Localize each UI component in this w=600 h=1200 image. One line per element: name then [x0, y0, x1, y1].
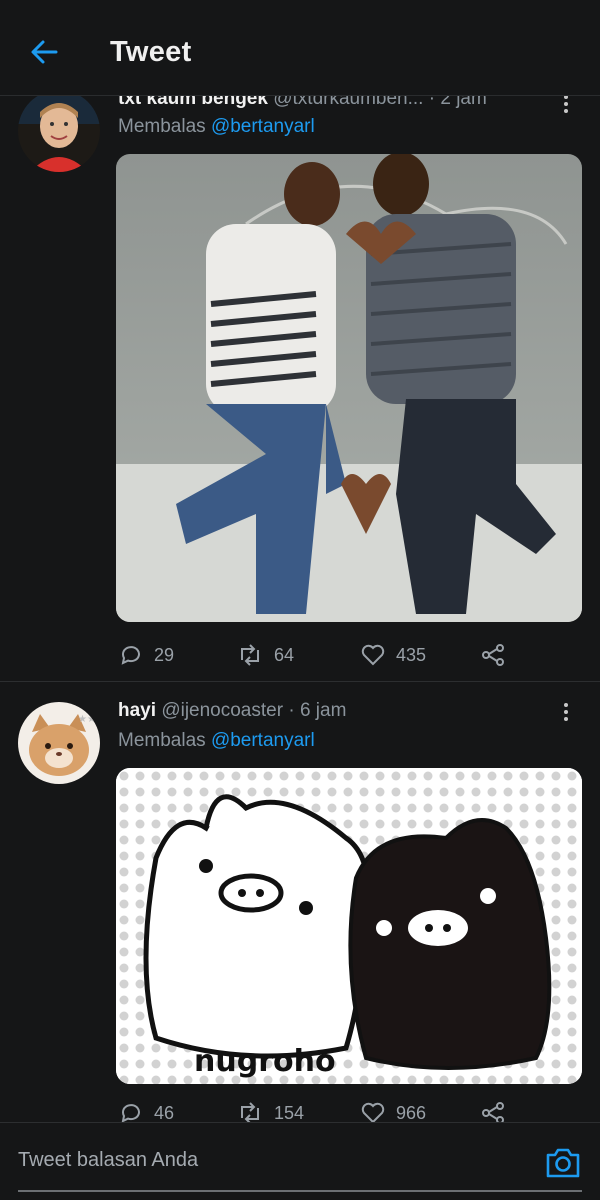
reply-mention-link[interactable]: @bertanyarl — [211, 730, 315, 751]
tweet-photo[interactable] — [116, 154, 582, 622]
share-icon — [482, 1102, 504, 1122]
tweet-time: · 6 jam — [288, 700, 347, 721]
like-count: 435 — [396, 644, 427, 665]
heart-icon — [361, 1102, 385, 1122]
reply-composer — [0, 1122, 600, 1200]
camera-button[interactable] — [544, 1145, 582, 1181]
like-button[interactable]: 966 — [360, 1098, 426, 1122]
image-caption: nugroho — [194, 1044, 336, 1079]
arrow-left-icon — [31, 40, 58, 64]
retweet-count: 154 — [274, 1102, 305, 1123]
reply-icon — [121, 646, 140, 665]
reply-count: 46 — [154, 1102, 175, 1123]
tweet-feed: txt kaum bengek @txtdrkaumben... · 2 jam… — [0, 0, 600, 1122]
tweet-header: hayi @ijenocoaster · 6 jam — [118, 700, 346, 722]
tweet-actions: 29 64 435 — [118, 640, 538, 670]
user-handle[interactable]: @ijenocoaster — [161, 700, 283, 721]
tweet-item[interactable]: ★★ hayi @ijenocoaster · 6 jam Membalas @… — [0, 684, 600, 1122]
display-name[interactable]: hayi — [118, 700, 156, 721]
retweet-count: 64 — [274, 644, 295, 665]
retweet-button[interactable]: 154 — [236, 1098, 304, 1122]
share-button[interactable] — [480, 640, 506, 670]
more-options-icon[interactable] — [556, 700, 576, 724]
like-button[interactable]: 435 — [360, 640, 426, 670]
tweet-image[interactable]: nugroho — [116, 768, 582, 1084]
reply-context: Membalas @bertanyarl — [118, 116, 315, 138]
avatar[interactable] — [18, 90, 100, 172]
camera-icon — [546, 1148, 580, 1178]
heart-icon — [361, 644, 385, 666]
reply-mention-link[interactable]: @bertanyarl — [211, 116, 315, 137]
back-button[interactable] — [26, 34, 62, 70]
reply-count: 29 — [154, 644, 175, 665]
share-icon — [482, 644, 504, 666]
tweet-item[interactable]: txt kaum bengek @txtdrkaumben... · 2 jam… — [0, 80, 600, 682]
retweet-button[interactable]: 64 — [236, 640, 294, 670]
avatar[interactable]: ★★ — [18, 702, 100, 784]
reply-button[interactable]: 29 — [118, 640, 174, 670]
share-button[interactable] — [480, 1098, 506, 1122]
retweet-icon — [241, 1102, 259, 1122]
reply-context: Membalas @bertanyarl — [118, 730, 315, 752]
input-underline — [18, 1190, 582, 1192]
top-bar: Tweet — [0, 0, 600, 96]
svg-text:★★: ★★ — [78, 714, 96, 725]
tweet-actions: 46 154 966 — [118, 1098, 538, 1122]
reply-icon — [121, 1104, 140, 1122]
reply-input[interactable] — [18, 1149, 498, 1172]
retweet-icon — [241, 644, 259, 666]
reply-button[interactable]: 46 — [118, 1098, 174, 1122]
reply-prefix: Membalas — [118, 116, 206, 137]
reply-prefix: Membalas — [118, 730, 206, 751]
page-title: Tweet — [110, 36, 192, 68]
like-count: 966 — [396, 1102, 427, 1123]
